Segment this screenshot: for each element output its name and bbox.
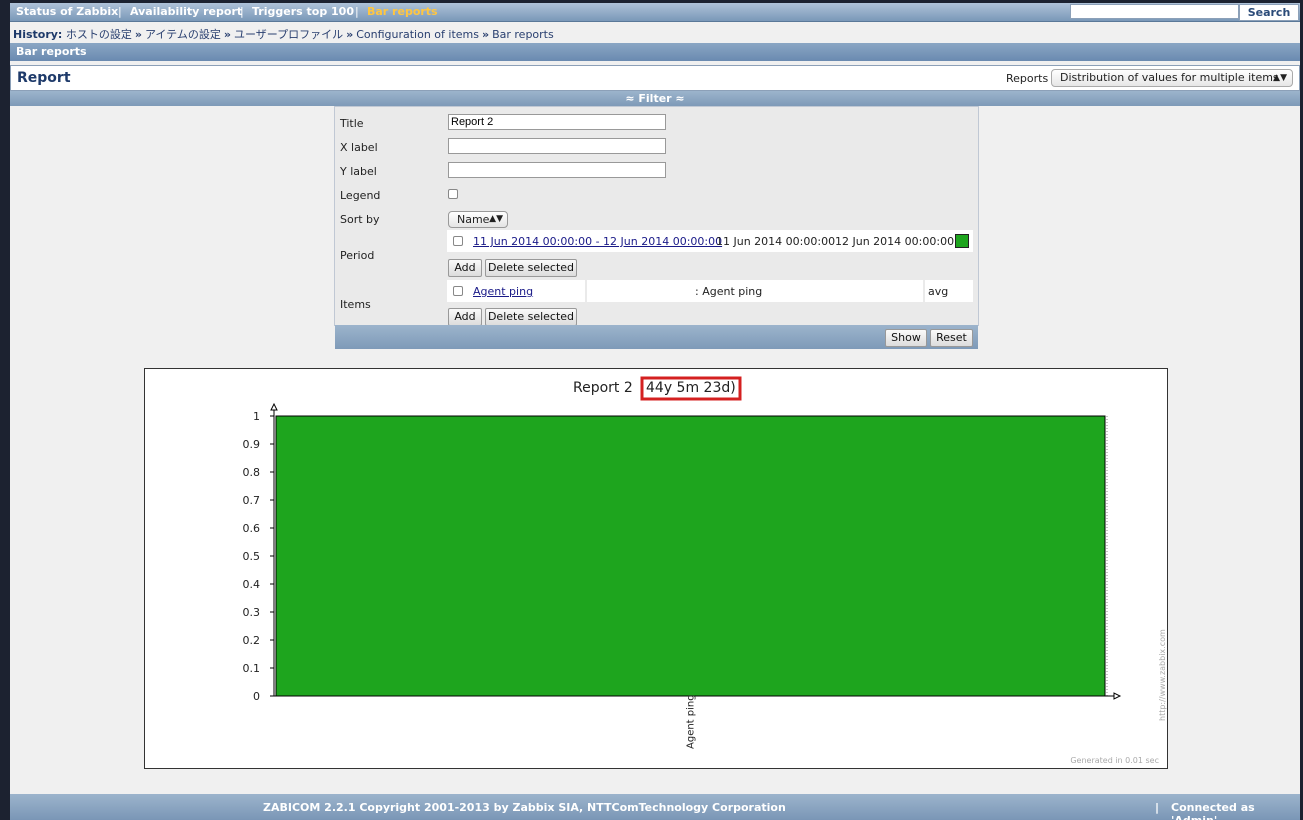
copyright-text: ZABICOM 2.2.1 Copyright 2001-2013 by Zab… xyxy=(263,801,786,814)
x-tick-label: Agent ping xyxy=(686,694,697,749)
period-row: 11 Jun 2014 00:00:00 - 12 Jun 2014 00:00… xyxy=(447,230,973,252)
search-button[interactable]: Search xyxy=(1239,4,1299,21)
y-tick-label: 0.2 xyxy=(243,634,261,647)
top-menu: Status of Zabbix | Availability report |… xyxy=(10,3,1300,22)
item-link[interactable]: Agent ping xyxy=(473,285,533,298)
filter-footer: Show Reset xyxy=(335,325,978,349)
y-tick-label: 0.7 xyxy=(243,494,261,507)
title-label: Title xyxy=(340,117,364,130)
items-delete-selected-button[interactable]: Delete selected xyxy=(485,308,577,326)
period-delete-selected-button[interactable]: Delete selected xyxy=(485,259,577,277)
chart-watermark: http://www.zabbix.com xyxy=(1158,629,1167,721)
footer-separator: | xyxy=(1155,801,1160,814)
history-link-item-config[interactable]: アイテムの設定 xyxy=(145,28,221,41)
select-arrows-icon: ▲▼ xyxy=(1273,73,1287,83)
filter-form: Title X label Y label Legend Sort by Nam… xyxy=(334,106,979,349)
bar xyxy=(275,415,1106,697)
period-row-checkbox[interactable] xyxy=(453,236,463,246)
history-link-user-profile[interactable]: ユーザープロファイル xyxy=(234,28,343,41)
menu-separator: | xyxy=(240,5,244,18)
history-label: History: xyxy=(13,28,63,41)
item-row-checkbox[interactable] xyxy=(453,286,463,296)
xlabel-input[interactable] xyxy=(448,138,666,154)
period-color-swatch[interactable] xyxy=(955,234,969,248)
chart-title: Report 2 xyxy=(573,380,633,396)
y-tick-label: 0.4 xyxy=(243,578,261,591)
period-label: Period xyxy=(340,249,375,262)
xlabel-label: X label xyxy=(340,141,378,154)
history-arrow: » xyxy=(223,28,231,41)
menu-bar-reports[interactable]: Bar reports xyxy=(367,5,438,18)
menu-separator: | xyxy=(355,5,359,18)
x-axis-arrow-icon xyxy=(1113,692,1122,700)
zabbix-page: Status of Zabbix | Availability report |… xyxy=(10,3,1300,820)
generated-time: Generated in 0.01 sec xyxy=(1070,756,1159,765)
y-tick-label: 0.6 xyxy=(243,522,261,535)
search-input[interactable] xyxy=(1070,4,1239,19)
period-to: 12 Jun 2014 00:00:00 xyxy=(835,235,955,248)
ylabel-label: Y label xyxy=(340,165,377,178)
y-tick-label: 0.5 xyxy=(243,550,261,563)
y-tick-label: 0.9 xyxy=(243,438,261,451)
y-tick-label: 0 xyxy=(253,690,260,703)
period-from: 11 Jun 2014 00:00:00 xyxy=(716,235,836,248)
reports-select-value: Distribution of values for multiple item… xyxy=(1060,71,1279,84)
filter-toggle[interactable]: ≈ Filter ≈ xyxy=(10,91,1300,106)
title-input[interactable] xyxy=(448,114,666,130)
show-button[interactable]: Show xyxy=(885,329,927,347)
chart-title-period: 44y 5m 23d) xyxy=(646,380,736,396)
section-header: Bar reports xyxy=(10,43,1300,61)
history-arrow: » xyxy=(134,28,142,41)
history-link-configuration-of-items[interactable]: Configuration of items xyxy=(356,28,479,41)
sortby-label: Sort by xyxy=(340,213,380,226)
connected-as-text: Connected as 'Admin' xyxy=(1171,801,1255,820)
bar-chart: Report 2 44y 5m 23d) 0 0.1 0.2 0.3 0.4 0.5 0.6 0.… xyxy=(144,368,1168,769)
history-link-bar-reports[interactable]: Bar reports xyxy=(492,28,554,41)
menu-triggers-top-100[interactable]: Triggers top 100 xyxy=(252,5,354,18)
items-add-button[interactable]: Add xyxy=(448,308,482,326)
item-host-key: : Agent ping xyxy=(695,285,763,298)
legend-checkbox[interactable] xyxy=(448,189,458,199)
page-title: Report xyxy=(17,70,71,86)
page-footer: ZABICOM 2.2.1 Copyright 2001-2013 by Zab… xyxy=(10,794,1300,820)
reports-label: Reports xyxy=(1006,72,1049,85)
bar-chart-svg: Report 2 44y 5m 23d) 0 0.1 0.2 0.3 0.4 0.5 0.6 0.… xyxy=(243,376,1167,765)
sortby-value: Name xyxy=(457,213,490,226)
y-tick-label: 0.1 xyxy=(243,662,261,675)
period-range-link[interactable]: 11 Jun 2014 00:00:00 - 12 Jun 2014 00:00… xyxy=(473,235,722,248)
sortby-select[interactable]: Name ▲▼ xyxy=(448,211,508,228)
reports-select[interactable]: Distribution of values for multiple item… xyxy=(1051,69,1293,87)
y-axis-arrow-icon xyxy=(270,402,278,411)
history-link-host-config[interactable]: ホストの設定 xyxy=(66,28,132,41)
section-title: Bar reports xyxy=(16,45,87,58)
history-arrow: » xyxy=(346,28,354,41)
history-breadcrumb: History: ホストの設定» アイテムの設定» ユーザープロファイル» Confi… xyxy=(13,26,554,42)
menu-availability-report[interactable]: Availability report xyxy=(130,5,242,18)
menu-separator: | xyxy=(118,5,122,18)
items-label: Items xyxy=(340,298,371,311)
ylabel-input[interactable] xyxy=(448,162,666,178)
items-row: Agent ping : Agent ping avg xyxy=(447,280,973,302)
legend-label: Legend xyxy=(340,189,381,202)
menu-status-of-zabbix[interactable]: Status of Zabbix xyxy=(16,5,118,18)
select-arrows-icon: ▲▼ xyxy=(489,214,503,224)
reset-button[interactable]: Reset xyxy=(930,329,973,347)
y-tick-label: 0.8 xyxy=(243,466,261,479)
y-tick-label: 0.3 xyxy=(243,606,261,619)
y-tick-label: 1 xyxy=(253,410,260,423)
period-add-button[interactable]: Add xyxy=(448,259,482,277)
report-header: Report Reports Distribution of values fo… xyxy=(10,65,1300,91)
item-function: avg xyxy=(928,285,949,298)
history-arrow: » xyxy=(481,28,490,41)
